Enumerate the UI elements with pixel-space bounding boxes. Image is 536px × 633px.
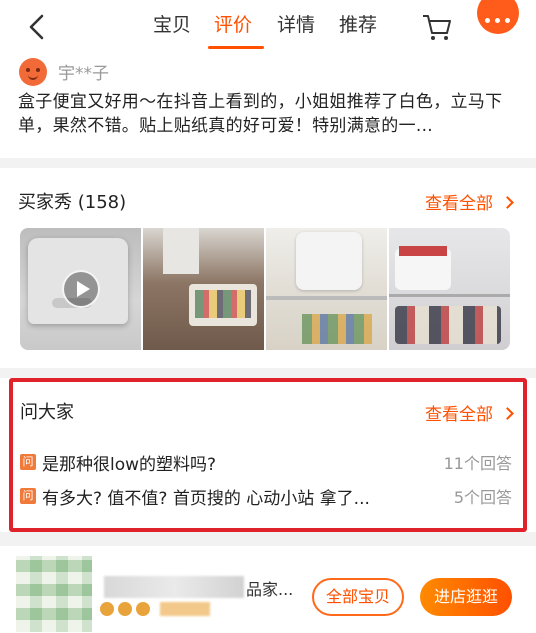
- buyer-show-section: 买家秀 (158) 查看全部: [0, 168, 536, 368]
- more-icon[interactable]: [477, 0, 519, 34]
- enter-shop-button[interactable]: 进店逛逛: [420, 578, 512, 616]
- question-row[interactable]: 问 是那种很low的塑料吗? 11个回答: [20, 450, 512, 475]
- shop-logo[interactable]: [16, 556, 92, 632]
- buyer-show-title: 买家秀 (158): [18, 192, 127, 213]
- question-icon: 问: [20, 454, 36, 470]
- shop-rating-crowns: [100, 600, 210, 620]
- question-icon: 问: [20, 488, 36, 504]
- question-row[interactable]: 问 有多大? 值不值? 首页搜的 心动小站 拿了... 5个回答: [20, 484, 512, 509]
- active-tab-indicator: [208, 46, 264, 49]
- ask-everyone-section: 问大家 查看全部 问 是那种很low的塑料吗? 11个回答 问 有多大? 值不值…: [0, 378, 536, 532]
- buyer-photo[interactable]: [266, 228, 387, 350]
- tab-recommend[interactable]: 推荐: [339, 12, 377, 44]
- cart-icon[interactable]: [420, 10, 454, 44]
- ask-everyone-view-all-link[interactable]: 查看全部: [425, 400, 514, 425]
- buyer-photo-strip: [20, 228, 510, 350]
- chevron-right-icon: [501, 196, 514, 209]
- shop-name[interactable]: 品家...: [246, 576, 293, 600]
- buyer-show-view-all-link[interactable]: 查看全部: [425, 189, 514, 214]
- ask-everyone-title: 问大家: [20, 402, 74, 423]
- buyer-video-thumbnail[interactable]: [20, 228, 141, 350]
- buyer-photo[interactable]: [389, 228, 510, 350]
- view-all-label: 查看全部: [425, 405, 493, 425]
- back-arrow-icon[interactable]: [24, 13, 52, 41]
- answer-count: 5个回答: [453, 488, 512, 507]
- buyer-photo[interactable]: [143, 228, 264, 350]
- answer-count: 11个回答: [443, 454, 512, 473]
- tab-reviews[interactable]: 评价: [214, 12, 252, 44]
- question-text: 是那种很low的塑料吗?: [42, 455, 217, 475]
- all-items-button[interactable]: 全部宝贝: [312, 578, 404, 616]
- review-username: 宇**子: [58, 64, 109, 84]
- tab-details[interactable]: 详情: [277, 12, 315, 44]
- shop-name-redacted: [104, 576, 244, 598]
- play-icon[interactable]: [62, 270, 100, 308]
- shop-bar: 品家... 全部宝贝 进店逛逛: [0, 546, 536, 633]
- review-card: 宇**子 盒子便宜又好用～在抖音上看到的，小姐姐推荐了白色，立马下单，果然不错。…: [0, 56, 536, 158]
- question-text: 有多大? 值不值? 首页搜的 心动小站 拿了...: [42, 489, 370, 509]
- review-text[interactable]: 盒子便宜又好用～在抖音上看到的，小姐姐推荐了白色，立马下单，果然不错。贴上贴纸真…: [18, 90, 518, 138]
- view-all-label: 查看全部: [425, 194, 493, 214]
- chevron-right-icon: [501, 407, 514, 420]
- avatar: [19, 58, 47, 86]
- tab-baobei[interactable]: 宝贝: [153, 12, 191, 44]
- top-nav-bar: 宝贝 评价 详情 推荐: [0, 0, 536, 56]
